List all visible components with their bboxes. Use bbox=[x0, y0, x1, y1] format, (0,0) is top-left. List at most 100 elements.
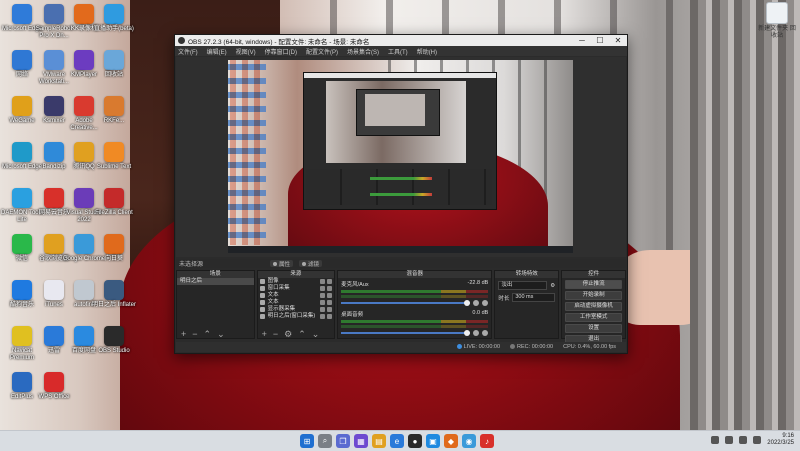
source-item[interactable]: 明日之后(窗口采集) bbox=[258, 313, 335, 320]
lock-icon[interactable] bbox=[327, 293, 333, 298]
windows-start-icon[interactable]: ⊞ bbox=[300, 434, 314, 448]
menu-item[interactable]: 帮助(H) bbox=[417, 47, 437, 56]
widgets-icon[interactable]: ▦ bbox=[354, 434, 368, 448]
control-button[interactable]: 设置 bbox=[565, 324, 622, 333]
add-icon[interactable]: + bbox=[262, 329, 267, 339]
add-icon[interactable]: + bbox=[181, 329, 186, 339]
speaker-icon[interactable] bbox=[473, 300, 480, 306]
preview-desktop-icons-overlay bbox=[228, 60, 266, 245]
obs-preview-canvas[interactable] bbox=[228, 60, 573, 253]
desktop-icon-grid: Microsoft Edge SampleRobot Pro X Dn... KK录… bbox=[0, 0, 136, 430]
desktop-shortcut-label: 明日之后 Inflater bbox=[92, 302, 137, 308]
gear-icon[interactable]: ⚙ bbox=[284, 329, 292, 340]
nested-meter bbox=[370, 177, 432, 180]
taskbar-apps: ⊞ ⌕ ❐ ▦ ▤ e ● ▣ ◆ ◉ ♪ bbox=[300, 434, 494, 448]
remove-icon[interactable]: − bbox=[192, 329, 197, 339]
source-item[interactable]: 图像 bbox=[258, 278, 335, 285]
source-type-icon bbox=[259, 314, 265, 319]
menu-item[interactable]: 场景集合(S) bbox=[347, 47, 379, 56]
source-item[interactable]: 文本 bbox=[258, 292, 335, 299]
control-button[interactable]: 开始录制 bbox=[565, 291, 622, 300]
netease-music-icon[interactable]: ♪ bbox=[480, 434, 494, 448]
desktop-shortcut[interactable]: Sublime Text bbox=[96, 142, 132, 186]
volume-slider[interactable] bbox=[341, 300, 471, 306]
menu-item[interactable]: 停靠窗口(D) bbox=[265, 47, 297, 56]
clock-date: 2022/3/25 bbox=[767, 440, 794, 446]
volume-icon[interactable] bbox=[753, 436, 762, 444]
desktop-shortcut[interactable]: OBS Studio bbox=[96, 326, 132, 370]
gear-icon[interactable]: ⚙ bbox=[550, 283, 555, 289]
wallpaper-curtain bbox=[690, 0, 800, 430]
lock-icon[interactable] bbox=[327, 279, 333, 284]
control-button[interactable]: 停止推流 bbox=[565, 280, 622, 289]
eye-icon[interactable] bbox=[320, 279, 326, 284]
chrome-icon[interactable]: ◉ bbox=[462, 434, 476, 448]
desktop-shortcut[interactable]: 直播助手(beta) bbox=[94, 4, 134, 48]
gear-icon[interactable] bbox=[482, 330, 489, 336]
gear-icon[interactable] bbox=[482, 300, 489, 306]
volume-knob[interactable] bbox=[464, 330, 471, 336]
move-down-icon[interactable]: ⌄ bbox=[312, 329, 320, 340]
current-source-label: 未选择源 bbox=[179, 262, 204, 268]
input-method-icon[interactable] bbox=[725, 436, 734, 444]
menu-item[interactable]: 文件(F) bbox=[178, 47, 198, 56]
eye-icon[interactable] bbox=[320, 314, 326, 319]
source-item[interactable]: 显示器采集 bbox=[258, 306, 335, 313]
lock-icon[interactable] bbox=[327, 300, 333, 305]
samplitude-icon bbox=[44, 4, 64, 24]
obs-preview-area[interactable] bbox=[176, 57, 626, 257]
desktop-shortcut[interactable]: 回收站 bbox=[96, 50, 132, 94]
edge-icon bbox=[12, 4, 32, 24]
desktop-shortcut[interactable]: WPS Office bbox=[36, 372, 72, 416]
menu-item[interactable]: 配置文件(P) bbox=[306, 47, 338, 56]
move-down-icon[interactable]: ⌄ bbox=[217, 329, 225, 340]
scenes-dock: 场景 明日之后 + − ⌃ ⌄ bbox=[176, 270, 255, 339]
obs-icon[interactable]: ● bbox=[408, 434, 422, 448]
control-button[interactable]: 工作室模式 bbox=[565, 313, 622, 322]
edge-icon[interactable]: e bbox=[390, 434, 404, 448]
close-icon[interactable]: ✕ bbox=[609, 36, 627, 45]
task-view-icon[interactable]: ❐ bbox=[336, 434, 350, 448]
eye-icon[interactable] bbox=[320, 307, 326, 312]
menu-item[interactable]: 工具(T) bbox=[388, 47, 408, 56]
minimize-icon[interactable]: ─ bbox=[573, 36, 591, 45]
transition-select[interactable]: 淡出 bbox=[498, 281, 548, 290]
lock-icon[interactable] bbox=[327, 286, 333, 291]
file-explorer-icon[interactable]: ▤ bbox=[372, 434, 386, 448]
eye-icon[interactable] bbox=[320, 293, 326, 298]
speaker-icon[interactable] bbox=[473, 330, 480, 336]
duration-input[interactable]: 300 ms bbox=[512, 293, 556, 302]
taskbar-clock[interactable]: 9:16 2022/3/25 bbox=[767, 433, 794, 447]
qq-icon bbox=[74, 142, 94, 162]
chevron-up-icon[interactable] bbox=[711, 436, 720, 444]
filters-button[interactable]: 滤镜 bbox=[299, 260, 323, 268]
maximize-icon[interactable]: ☐ bbox=[591, 36, 609, 45]
eye-icon[interactable] bbox=[320, 300, 326, 305]
scene-item[interactable]: 明日之后 bbox=[177, 278, 254, 285]
lock-icon[interactable] bbox=[327, 314, 333, 319]
volume-knob[interactable] bbox=[464, 300, 471, 306]
menu-item[interactable]: 视图(V) bbox=[236, 47, 256, 56]
obs-titlebar[interactable]: OBS 27.2.3 (64-bit, windows) - 配置文件: 未命名… bbox=[175, 35, 627, 46]
desktop-shortcut[interactable]: 向日葵 bbox=[96, 234, 132, 278]
remove-icon[interactable]: − bbox=[273, 329, 278, 339]
menu-item[interactable]: 编辑(E) bbox=[207, 47, 227, 56]
move-up-icon[interactable]: ⌃ bbox=[298, 329, 306, 340]
eye-icon[interactable] bbox=[320, 286, 326, 291]
lock-icon[interactable] bbox=[327, 307, 333, 312]
store-icon[interactable]: ▣ bbox=[426, 434, 440, 448]
obs-window[interactable]: OBS 27.2.3 (64-bit, windows) - 配置文件: 未命名… bbox=[174, 34, 628, 354]
move-up-icon[interactable]: ⌃ bbox=[204, 329, 212, 340]
desktop-shortcut[interactable]: 明日之后 Inflater bbox=[92, 280, 136, 324]
app-icon[interactable]: ◆ bbox=[444, 434, 458, 448]
desktop-shortcut[interactable]: RKFe... bbox=[96, 96, 132, 140]
source-item[interactable]: 窗口采集 bbox=[258, 285, 335, 292]
control-button[interactable]: 启动虚拟摄像机 bbox=[565, 302, 622, 311]
source-item[interactable]: 文本 bbox=[258, 299, 335, 306]
properties-button[interactable]: 属性 bbox=[270, 260, 294, 268]
desktop-new-folder[interactable]: 新建文件夹 回收站 bbox=[757, 2, 797, 40]
wifi-icon[interactable] bbox=[739, 436, 748, 444]
volume-slider[interactable] bbox=[341, 330, 471, 336]
desktop-shortcut[interactable]: FileZilla Client bbox=[95, 188, 133, 232]
search-icon[interactable]: ⌕ bbox=[318, 434, 332, 448]
